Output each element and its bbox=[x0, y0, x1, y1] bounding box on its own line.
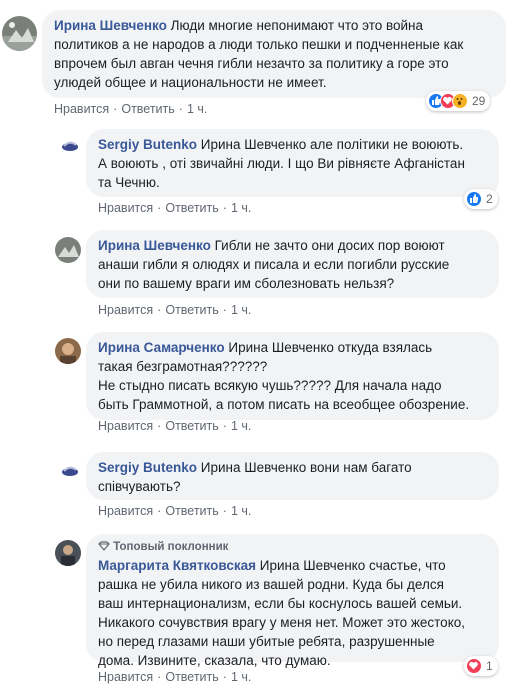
comment-text-line: Ирина Шевченко вони нам багато bbox=[200, 460, 412, 475]
comment-text-line: Не стыдно писать всякую чушь????? Для на… bbox=[98, 378, 442, 393]
comment-text-line: Ирина Шевченко откуда взялась bbox=[228, 340, 433, 355]
reply-button[interactable]: Ответить bbox=[165, 419, 218, 433]
comment-text-line: но перед глазами наши убитые ребята, раз… bbox=[98, 634, 435, 649]
comment-text-line: анаши гибли я олюдях и писала и если пог… bbox=[98, 257, 450, 272]
comment-text-line: дома. Извините, сказала, что думаю. bbox=[98, 653, 331, 668]
badge-label: Топовый поклонник bbox=[113, 541, 229, 553]
comment-bubble: Sergiy Butenko Ирина Шевченко вони нам б… bbox=[86, 452, 499, 500]
comment-bubble: Ирина Самарченко Ирина Шевченко откуда в… bbox=[86, 332, 499, 420]
comment-actions: Нравится · Ответить · 1 ч. bbox=[54, 102, 208, 116]
comment-bubble: Ирина Шевченко Люди многие непонимают чт… bbox=[42, 10, 506, 98]
comment-text-line: Ирина Шевченко счастье, что bbox=[259, 558, 446, 573]
comment-author[interactable]: Ирина Шевченко bbox=[54, 18, 167, 33]
comment-author[interactable]: Sergiy Butenko bbox=[98, 137, 197, 152]
comment-actions: Нравится · Ответить · 1 ч. bbox=[98, 504, 252, 518]
comment-text-line: ваш интернационализм, если бы коснулось … bbox=[98, 596, 463, 611]
comment-author[interactable]: Маргарита Квятковская bbox=[98, 558, 256, 573]
reaction-summary[interactable]: 1 bbox=[464, 656, 498, 676]
reply-button[interactable]: Ответить bbox=[121, 102, 174, 116]
avatar[interactable] bbox=[58, 134, 82, 158]
comment-text-line: впрочем был авган чечня гибли незачто за… bbox=[54, 56, 449, 71]
comment-bubble: Топовый поклонник Маргарита Квятковская … bbox=[86, 534, 499, 668]
reaction-summary[interactable]: 2 bbox=[464, 189, 498, 209]
comment-actions: Нравится · Ответить · 1 ч. bbox=[98, 303, 252, 317]
comment-text-line: Люди многие непонимают что это война bbox=[170, 18, 424, 33]
reaction-count: 1 bbox=[486, 659, 493, 673]
like-button[interactable]: Нравится bbox=[98, 504, 153, 518]
comment-actions: Нравится · Ответить · 1 ч. bbox=[98, 419, 252, 433]
like-button[interactable]: Нравится bbox=[98, 303, 153, 317]
avatar[interactable] bbox=[55, 540, 81, 566]
like-button[interactable]: Нравится bbox=[54, 102, 109, 116]
like-button[interactable]: Нравится bbox=[98, 201, 153, 215]
comment-text-line: рашка не убила никого из вашей родни. Ку… bbox=[98, 577, 444, 592]
timestamp[interactable]: 1 ч. bbox=[231, 670, 251, 684]
comment-text-line: политиков а не народов а люди только пеш… bbox=[54, 37, 464, 52]
comment-bubble: Ирина Шевченко Гибли не зачто они досих … bbox=[86, 230, 499, 298]
avatar[interactable] bbox=[55, 237, 81, 263]
comment-text-line: та Чечню. bbox=[98, 175, 160, 190]
comment-actions: Нравится · Ответить · 1 ч. bbox=[98, 201, 252, 215]
comment-text-line: співчувають? bbox=[98, 479, 181, 494]
wow-icon bbox=[452, 93, 468, 109]
comment-bubble: Sergiy Butenko Ирина Шевченко але політи… bbox=[86, 129, 499, 197]
comment-actions: Нравится · Ответить · 1 ч. bbox=[98, 670, 252, 684]
comment-author[interactable]: Ирина Самарченко bbox=[98, 340, 225, 355]
avatar[interactable] bbox=[2, 16, 37, 51]
top-fan-badge: Топовый поклонник bbox=[98, 540, 487, 554]
comment-author[interactable]: Sergiy Butenko bbox=[98, 460, 197, 475]
comment-text-line: они по вашему враги им сболезновать нель… bbox=[98, 276, 395, 291]
reaction-count: 2 bbox=[486, 192, 493, 206]
like-button[interactable]: Нравится bbox=[98, 670, 153, 684]
reaction-count: 29 bbox=[472, 94, 486, 108]
timestamp[interactable]: 1 ч. bbox=[231, 419, 251, 433]
timestamp[interactable]: 1 ч. bbox=[231, 201, 251, 215]
reply-button[interactable]: Ответить bbox=[165, 670, 218, 684]
diamond-icon bbox=[98, 541, 110, 553]
reaction-summary[interactable]: 29 bbox=[426, 91, 491, 111]
comment-text-line: Ирина Шевченко але політики не воюють. bbox=[200, 137, 464, 152]
comment-text-line: такая безграмотная?????? bbox=[98, 359, 268, 374]
timestamp[interactable]: 1 ч. bbox=[187, 102, 207, 116]
like-icon bbox=[466, 191, 482, 207]
reply-button[interactable]: Ответить bbox=[165, 201, 218, 215]
timestamp[interactable]: 1 ч. bbox=[231, 303, 251, 317]
love-icon bbox=[466, 658, 482, 674]
timestamp[interactable]: 1 ч. bbox=[231, 504, 251, 518]
comment-text-line: улюдей общее и национальности не имеет. bbox=[54, 75, 327, 90]
comment-text-line: Гибли не зачто они досих пор воюют bbox=[214, 238, 445, 253]
reply-button[interactable]: Ответить bbox=[165, 504, 218, 518]
avatar[interactable] bbox=[58, 459, 82, 483]
like-button[interactable]: Нравится bbox=[98, 419, 153, 433]
reply-button[interactable]: Ответить bbox=[165, 303, 218, 317]
avatar[interactable] bbox=[55, 338, 81, 364]
comment-author[interactable]: Ирина Шевченко bbox=[98, 238, 211, 253]
comment-text-line: Никакого сочувствия врагу у меня нет. Мо… bbox=[98, 615, 466, 630]
comment-text-line: быть Граммотной, а потом писать на всеоб… bbox=[98, 397, 470, 412]
comment-text-line: А воюють , оті звичайні люди. І що Ви рі… bbox=[98, 156, 465, 171]
